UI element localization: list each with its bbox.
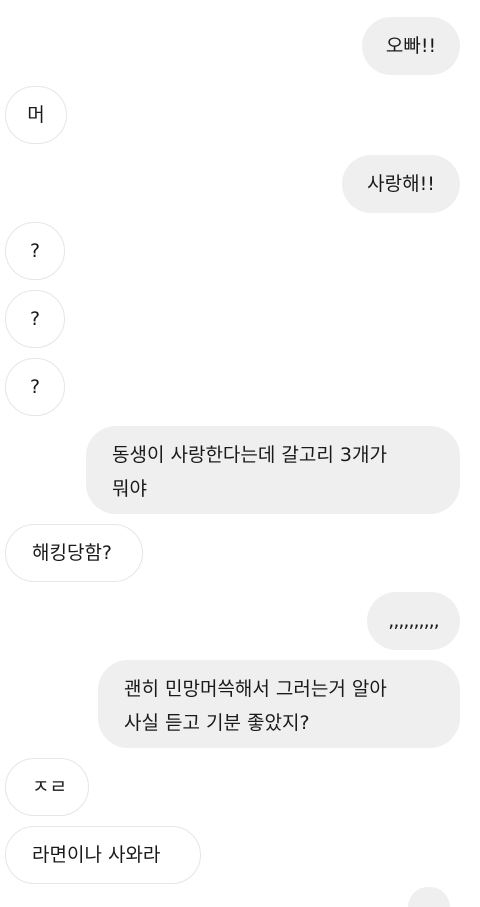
message-bubble-received[interactable]: ? <box>5 290 65 348</box>
message-bubble-received[interactable]: ? <box>5 358 65 416</box>
message-bubble-sent[interactable]: 동생이 사랑한다는데 갈고리 3개가 뭐야 <box>86 426 460 514</box>
chat-thread: 오빠!! 머 사랑해!! ? ? ? 동생이 사랑한다는데 갈고리 3개가 뭐야… <box>0 0 480 907</box>
message-bubble-sent[interactable]: ,,,,,,,,,, <box>367 592 460 650</box>
message-bubble-received[interactable]: 해킹당함? <box>5 524 143 582</box>
message-bubble-received[interactable]: 라면이나 사와라 <box>5 826 201 884</box>
message-bubble-sent[interactable]: 괜히 민망머쓱해서 그러는거 알아 사실 듣고 기분 좋았지? <box>98 660 460 748</box>
message-bubble-received[interactable]: ㅈㄹ <box>5 758 89 816</box>
message-bubble-sent[interactable]: 사랑해!! <box>342 155 460 213</box>
message-bubble-sent[interactable]: 오빠!! <box>362 17 460 75</box>
message-bubble-received[interactable]: ? <box>5 222 65 280</box>
message-bubble-partial <box>408 887 450 907</box>
message-bubble-received[interactable]: 머 <box>5 86 67 144</box>
